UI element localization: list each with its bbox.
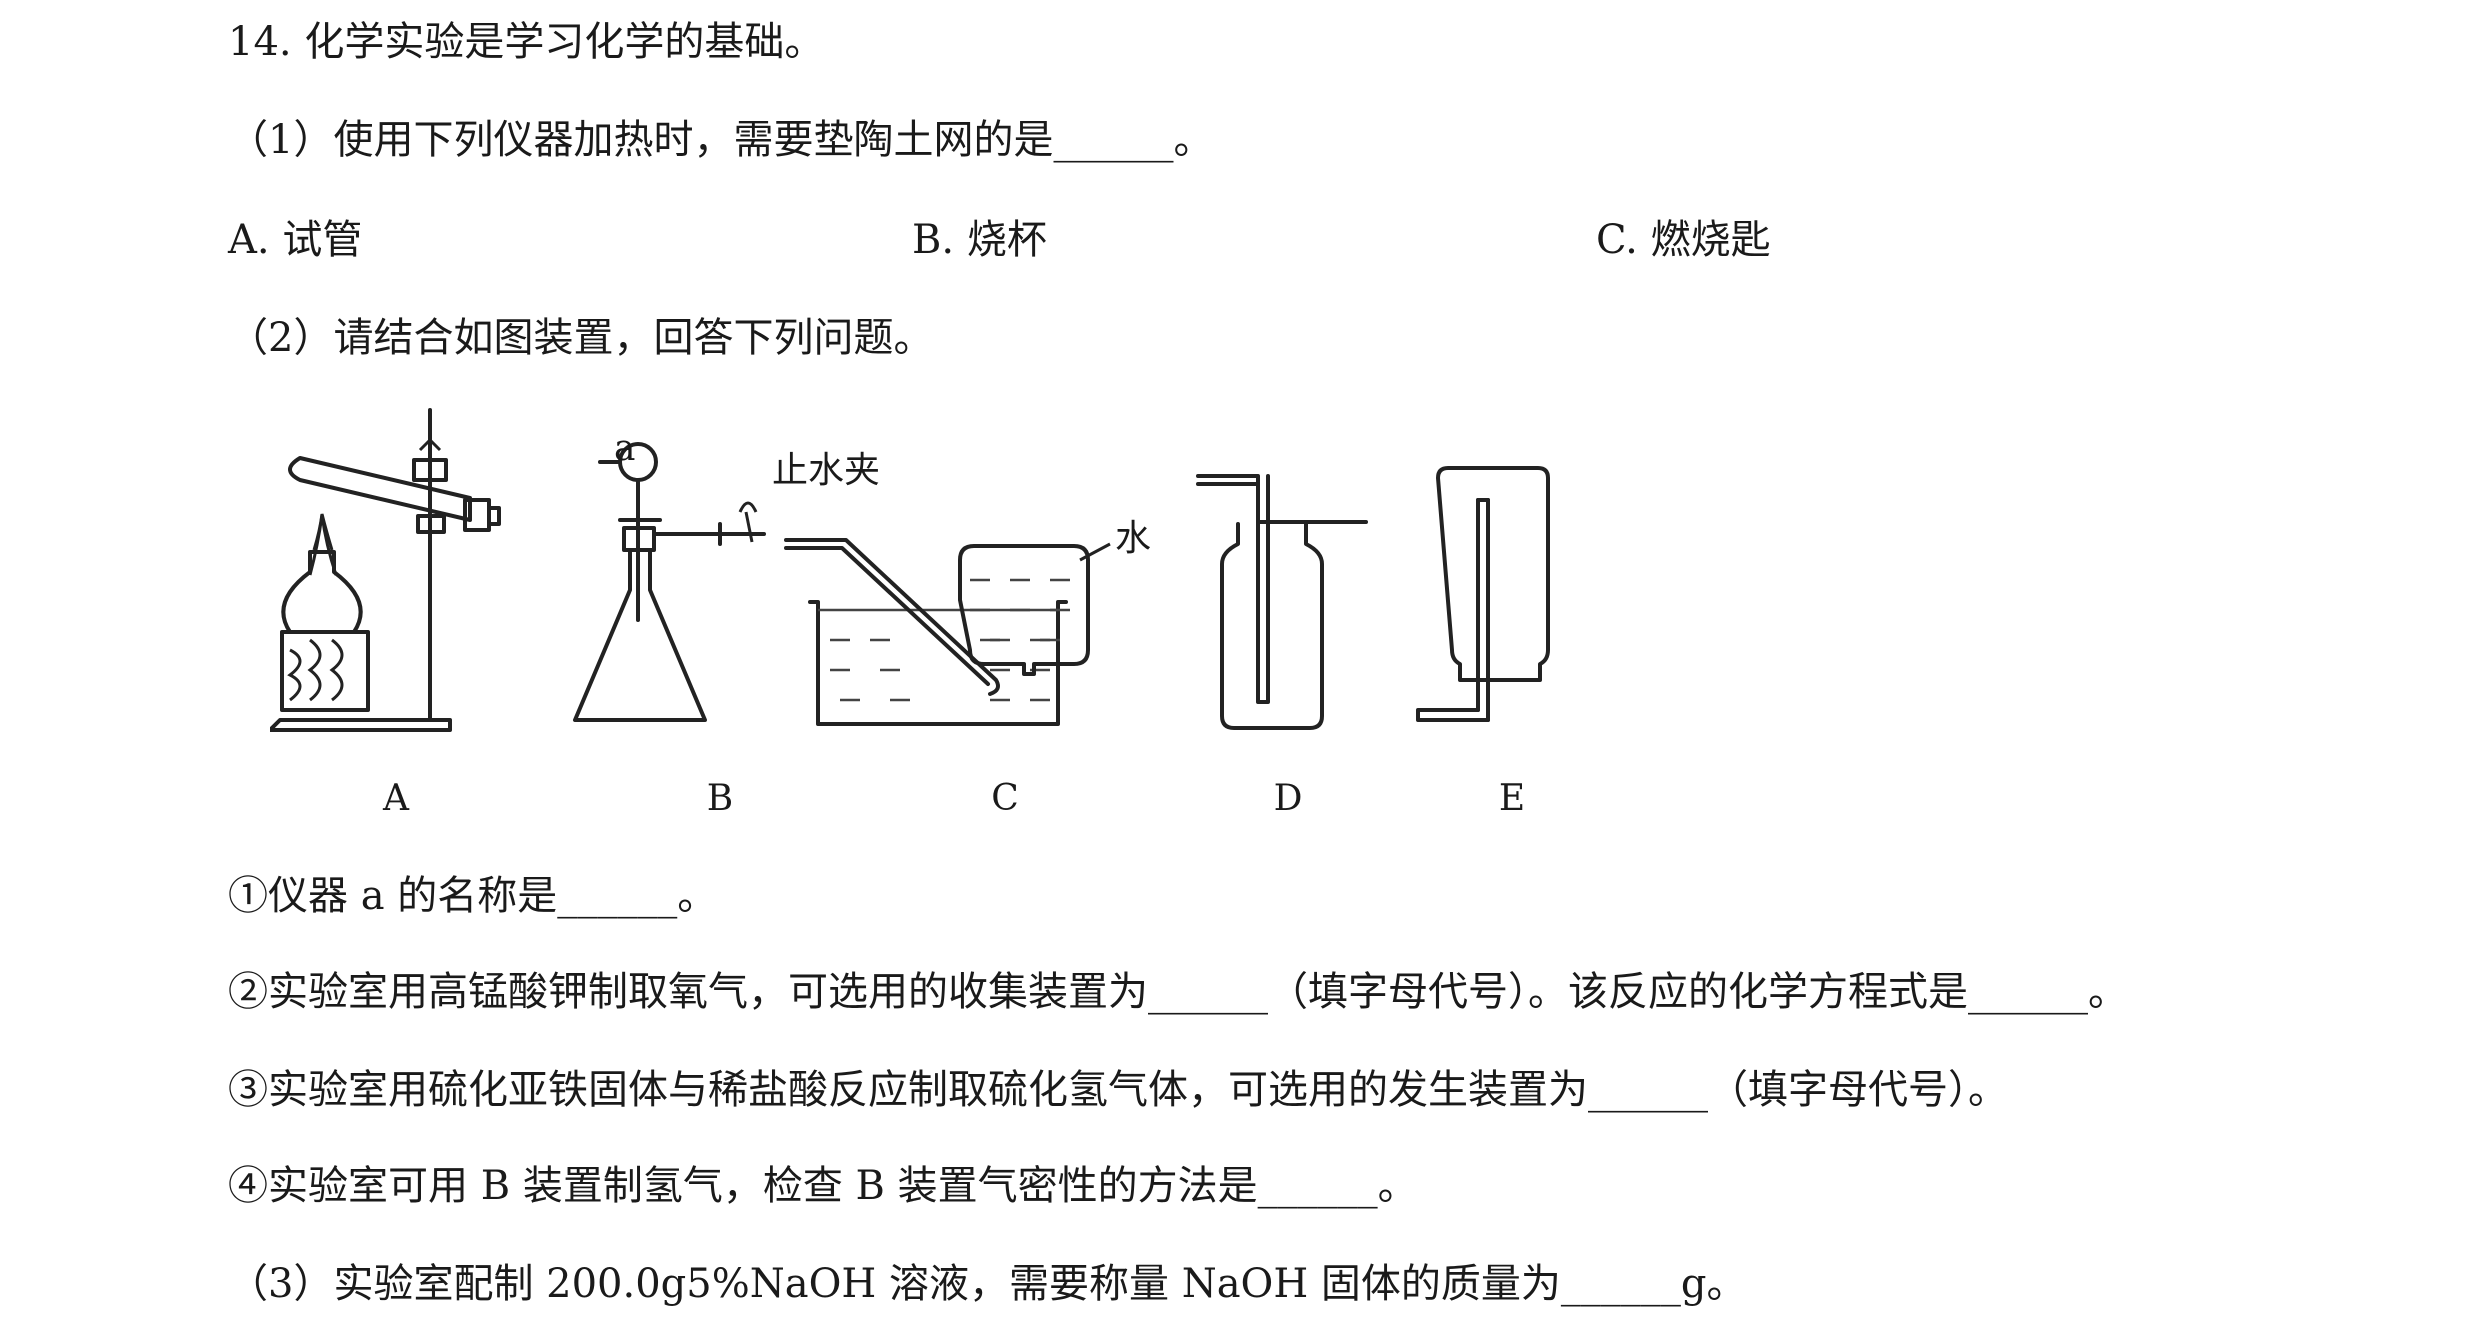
apparatus-d: [1196, 474, 1368, 730]
apparatus-diagram: a 止水夹 水 A B C D E: [268, 408, 1550, 819]
label-water-clamp: 止水夹: [772, 450, 880, 491]
option-c: C. 燃烧匙: [1596, 217, 1771, 263]
label-instrument-a: a: [614, 428, 635, 469]
fig-label-c: C: [991, 778, 1019, 819]
apparatus-a: [268, 408, 501, 732]
fig-label-a: A: [382, 778, 410, 819]
part2-prompt: （2）请结合如图装置，回答下列问题。: [228, 315, 934, 361]
question-title: 14. 化学实验是学习化学的基础。: [228, 19, 825, 65]
label-water: 水: [1115, 518, 1151, 559]
option-b: B. 烧杯: [912, 217, 1047, 263]
apparatus-e: [1416, 466, 1550, 722]
fig-label-e: E: [1499, 778, 1525, 819]
part1-prompt: （1）使用下列仪器加热时，需要垫陶土网的是______。: [228, 117, 1214, 163]
part2-item-4: ④实验室可用 B 装置制氢气，检查 B 装置气密性的方法是______。: [228, 1163, 1418, 1209]
part3-prompt: （3）实验室配制 200.0g5%NaOH 溶液，需要称量 NaOH 固体的质量…: [228, 1261, 1747, 1307]
apparatus-b: a 止水夹: [573, 428, 880, 722]
part2-item-1: ①仪器 a 的名称是______。: [228, 873, 718, 919]
option-a: A. 试管: [228, 217, 363, 263]
apparatus-figure: a 止水夹 水 A B C D E: [268, 400, 1670, 834]
part2-item-3: ③实验室用硫化亚铁固体与稀盐酸反应制取硫化氢气体，可选用的发生装置为______…: [228, 1067, 2008, 1113]
part2-item-2: ②实验室用高锰酸钾制取氧气，可选用的收集装置为______（填字母代号）。该反应…: [228, 969, 2128, 1015]
fig-label-d: D: [1274, 778, 1303, 819]
apparatus-c: 水: [784, 518, 1151, 726]
fig-label-b: B: [707, 778, 733, 819]
